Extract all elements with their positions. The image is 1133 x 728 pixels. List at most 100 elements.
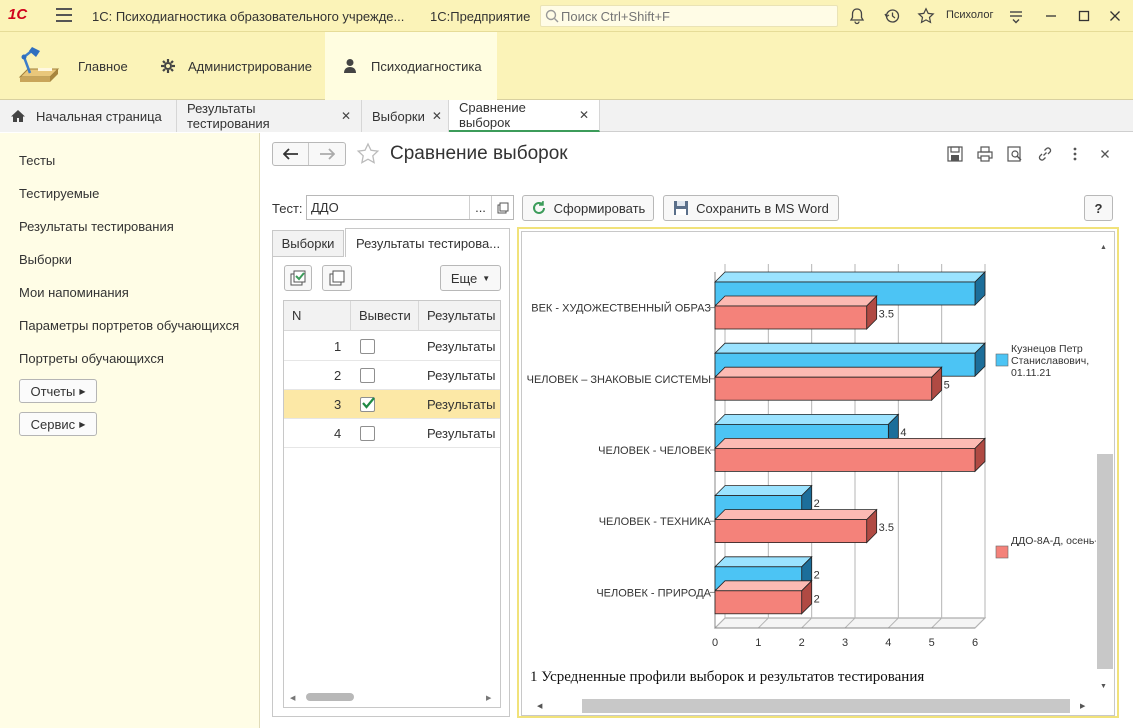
section-psychodiagnostics[interactable]: Психодиагностика bbox=[325, 32, 497, 100]
open-icon[interactable] bbox=[491, 196, 513, 219]
more-vertical-icon[interactable] bbox=[1066, 145, 1084, 163]
data-label: 3.5 bbox=[879, 522, 894, 534]
bar-top-face bbox=[714, 414, 900, 425]
history-icon[interactable] bbox=[883, 7, 901, 25]
scroll-left-icon[interactable]: ◀ bbox=[537, 702, 542, 710]
tab-home[interactable]: Начальная страница bbox=[0, 100, 177, 132]
scroll-down-icon[interactable]: ▼ bbox=[1100, 683, 1107, 690]
user-name[interactable]: Психолог bbox=[946, 9, 993, 21]
link-icon[interactable] bbox=[1036, 145, 1054, 163]
close-tab-icon[interactable]: ✕ bbox=[341, 109, 351, 123]
navigation-buttons bbox=[272, 142, 346, 166]
test-field-value[interactable]: ДДО bbox=[307, 196, 469, 219]
bar-top-face bbox=[714, 438, 986, 449]
table-scrollbar-thumb[interactable] bbox=[306, 693, 354, 701]
x-tick-label: 3 bbox=[842, 637, 848, 649]
bell-icon[interactable] bbox=[848, 7, 866, 25]
scroll-right-icon[interactable]: ▶ bbox=[1080, 702, 1085, 710]
section-administration[interactable]: Администрирование bbox=[146, 32, 324, 100]
settings-menu-icon[interactable] bbox=[1007, 7, 1025, 25]
tab-compare-samples[interactable]: Сравнение выборок ✕ bbox=[449, 100, 600, 132]
uncheck-all-icon bbox=[329, 270, 345, 286]
scroll-up-icon[interactable]: ▲ bbox=[1100, 244, 1107, 251]
generate-button[interactable]: Сформировать bbox=[522, 195, 654, 221]
triangle-right-icon: ▶ bbox=[79, 386, 86, 396]
test-field[interactable]: ДДО ... bbox=[306, 195, 514, 220]
more-button-label: Еще bbox=[450, 270, 478, 286]
search-box[interactable] bbox=[540, 5, 838, 27]
close-tab-icon[interactable]: ✕ bbox=[579, 108, 589, 122]
vertical-scrollbar-thumb[interactable] bbox=[1097, 454, 1113, 669]
nav-item-portrait-params[interactable]: Параметры портретов обучающихся bbox=[19, 318, 239, 333]
section-main[interactable]: Главное bbox=[0, 32, 146, 100]
main-menu-icon[interactable] bbox=[56, 8, 72, 22]
select-button[interactable]: ... bbox=[469, 196, 491, 219]
nav-item-tests[interactable]: Тесты bbox=[19, 153, 55, 168]
title-bar: 1С 1С: Психодиагностика образовательного… bbox=[0, 0, 1133, 32]
tab-test-results[interactable]: Результаты тестирования ✕ bbox=[177, 100, 362, 132]
scroll-right-icon[interactable]: ▶ bbox=[486, 694, 491, 702]
nav-item-samples[interactable]: Выборки bbox=[19, 252, 72, 267]
reports-button[interactable]: Отчеты ▶ bbox=[19, 379, 97, 403]
search-icon bbox=[545, 9, 559, 23]
more-button[interactable]: Еще ▼ bbox=[440, 265, 501, 291]
scroll-left-icon[interactable]: ◀ bbox=[290, 694, 295, 702]
refresh-icon bbox=[532, 201, 545, 214]
test-field-label: Тест: bbox=[272, 201, 303, 216]
search-input[interactable] bbox=[561, 6, 831, 26]
subtab-samples[interactable]: Выборки bbox=[272, 230, 344, 257]
checkmark-icon bbox=[362, 397, 375, 409]
output-checkbox-checked[interactable] bbox=[360, 397, 375, 412]
x-tick-label: 4 bbox=[885, 637, 891, 649]
back-button[interactable] bbox=[273, 143, 309, 165]
bar-top-face bbox=[714, 509, 878, 520]
arrow-left-icon bbox=[282, 148, 298, 160]
column-header-output[interactable]: Вывести bbox=[359, 308, 411, 323]
bar bbox=[714, 590, 803, 615]
app-logo: 1С bbox=[8, 6, 28, 23]
close-tab-icon[interactable]: ✕ bbox=[432, 109, 442, 123]
save-icon[interactable] bbox=[946, 145, 964, 163]
maximize-icon[interactable] bbox=[1075, 7, 1093, 25]
row-number: 4 bbox=[334, 426, 342, 441]
legend-label: ДДО-8А-Д, осень-21 bbox=[1011, 535, 1110, 547]
favorites-star-icon[interactable] bbox=[917, 7, 935, 25]
sections-panel: Главное Администрирование Психодиагности… bbox=[0, 32, 1133, 100]
print-icon[interactable] bbox=[976, 145, 994, 163]
nav-item-portraits[interactable]: Портреты обучающихся bbox=[19, 351, 164, 366]
output-checkbox[interactable] bbox=[360, 339, 375, 354]
close-form-icon[interactable] bbox=[1096, 145, 1114, 163]
x-tick-label: 2 bbox=[799, 637, 805, 649]
bar bbox=[714, 519, 868, 544]
check-all-button[interactable] bbox=[284, 265, 312, 291]
forward-button[interactable] bbox=[309, 143, 345, 165]
reports-button-label: Отчеты bbox=[30, 383, 76, 399]
nav-item-testees[interactable]: Тестируемые bbox=[19, 186, 99, 201]
column-header-n[interactable]: N bbox=[292, 308, 301, 323]
column-header-results[interactable]: Результаты т bbox=[427, 308, 499, 323]
nav-item-test-results[interactable]: Результаты тестирования bbox=[19, 219, 174, 234]
section-administration-label: Администрирование bbox=[188, 58, 312, 74]
data-label: 2 bbox=[814, 569, 820, 581]
output-checkbox[interactable] bbox=[360, 368, 375, 383]
tab-test-results-label: Результаты тестирования bbox=[187, 101, 270, 131]
bar-top-face bbox=[714, 556, 813, 568]
x-tick-label: 5 bbox=[929, 637, 935, 649]
close-window-icon[interactable] bbox=[1106, 7, 1124, 25]
output-checkbox[interactable] bbox=[360, 426, 375, 441]
bar bbox=[714, 376, 933, 401]
save-word-button[interactable]: Сохранить в MS Word bbox=[663, 195, 839, 221]
subtab-test-results[interactable]: Результаты тестирова... bbox=[345, 228, 510, 258]
horizontal-scrollbar-thumb[interactable] bbox=[582, 699, 1070, 713]
nav-item-reminders[interactable]: Мои напоминания bbox=[19, 285, 129, 300]
help-button[interactable]: ? bbox=[1084, 195, 1113, 221]
minimize-icon[interactable] bbox=[1042, 7, 1060, 25]
uncheck-all-button[interactable] bbox=[322, 265, 352, 291]
data-label: 4 bbox=[900, 427, 906, 439]
person-icon bbox=[344, 59, 356, 73]
service-button[interactable]: Сервис ▶ bbox=[19, 412, 97, 436]
tab-samples[interactable]: Выборки ✕ bbox=[362, 100, 449, 132]
data-label: 5 bbox=[944, 380, 950, 392]
favorite-star-icon[interactable] bbox=[356, 142, 380, 166]
preview-icon[interactable] bbox=[1006, 145, 1024, 163]
